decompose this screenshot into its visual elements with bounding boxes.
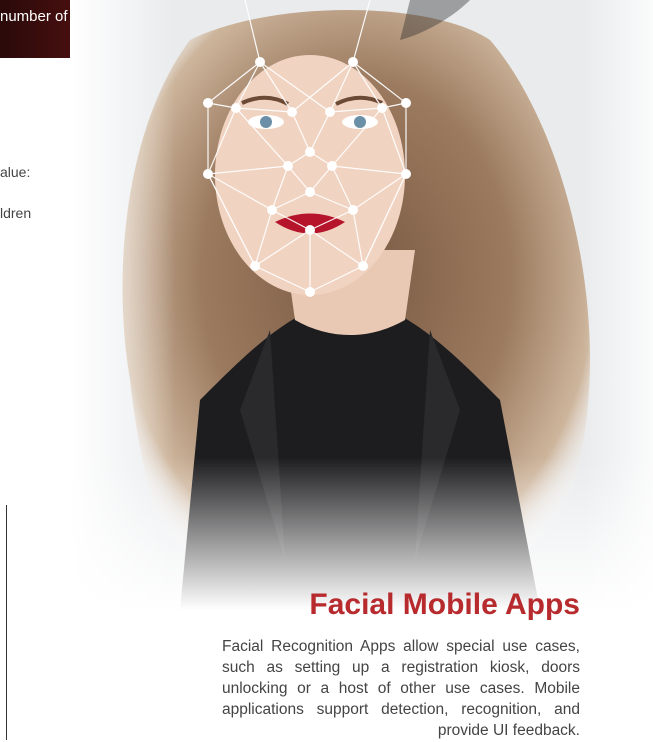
section-description: Facial Recognition Apps allow special us…: [222, 638, 580, 739]
face-recognition-mesh-icon: [70, 0, 653, 610]
left-column-text-1: alue:: [0, 164, 31, 180]
left-column-text-2: ldren: [0, 205, 32, 221]
hero-photo: [70, 0, 653, 610]
section-title: Facial Mobile Apps: [309, 588, 580, 621]
left-divider: [6, 505, 7, 740]
